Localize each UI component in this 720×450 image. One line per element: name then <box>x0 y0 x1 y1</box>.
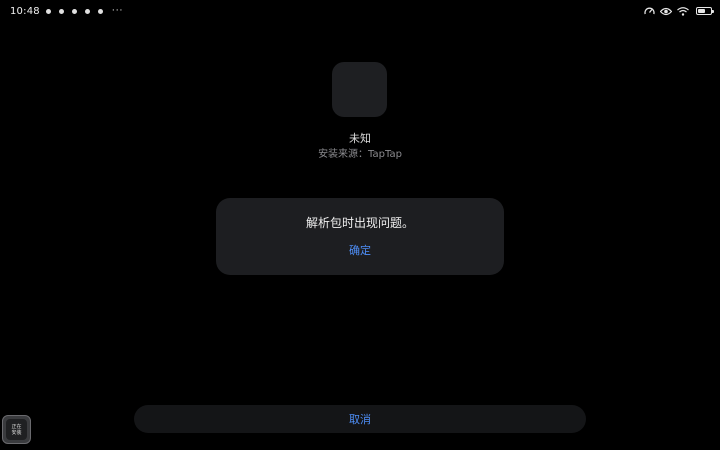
dialog-message: 解析包时出现问题。 <box>305 216 414 230</box>
installing-badge-inner: 正在 安装 <box>6 419 27 440</box>
install-source: 安装来源：TapTap <box>318 149 402 160</box>
wifi-icon <box>677 6 689 16</box>
confirm-button[interactable]: 确定 <box>216 242 504 258</box>
battery-level <box>698 9 705 13</box>
speed-gauge-icon <box>644 6 655 16</box>
app-icon <box>332 62 387 117</box>
notification-icon <box>97 7 105 15</box>
battery-icon <box>696 7 714 15</box>
status-bar: 10:48 ··· <box>0 0 720 22</box>
status-time: 10:48 <box>10 5 40 17</box>
installing-floating-badge[interactable]: 正在 安装 <box>2 415 31 444</box>
badge-line2: 安装 <box>11 429 22 436</box>
more-notifications-icon: ··· <box>111 6 124 16</box>
status-left: 10:48 ··· <box>10 6 123 17</box>
eye-icon <box>660 7 672 16</box>
screen: 10:48 ··· 未知 安装来源：TapTap 解析包时出现问题。 确定 取消… <box>0 0 720 450</box>
notification-icon <box>45 7 53 15</box>
cancel-button[interactable]: 取消 <box>134 405 586 433</box>
status-right <box>644 6 714 16</box>
notification-icon <box>71 7 79 15</box>
app-name: 未知 <box>349 132 371 145</box>
notification-icon <box>84 7 92 15</box>
error-dialog: 解析包时出现问题。 确定 <box>216 198 504 275</box>
notification-icon <box>58 7 66 15</box>
